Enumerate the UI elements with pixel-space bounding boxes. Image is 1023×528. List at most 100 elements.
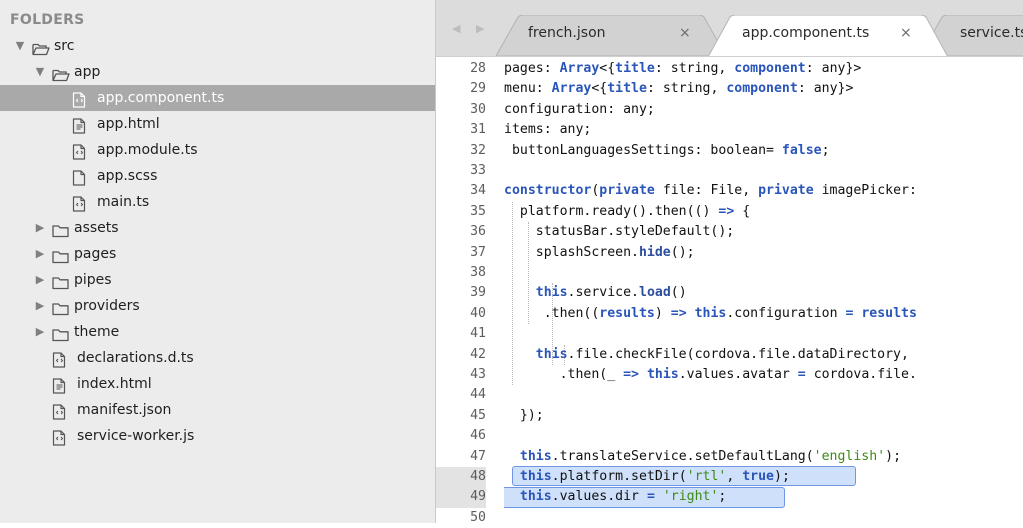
markup-file-icon: [52, 377, 68, 394]
tree-item-theme[interactable]: ▶ theme: [0, 319, 435, 345]
code-line[interactable]: this.values.dir = 'right';: [504, 487, 726, 507]
tree-item-declarations-d-ts[interactable]: declarations.d.ts: [0, 345, 435, 371]
tree-item-label: src: [54, 38, 75, 54]
markup-file-icon: [72, 117, 88, 134]
disclosure-collapsed-icon[interactable]: ▶: [34, 319, 46, 345]
code-line[interactable]: this.translateService.setDefaultLang('en…: [504, 447, 901, 467]
code-text: .values.dir: [551, 489, 647, 505]
line-number-gutter: 28 29 30 31 32 33 34 35 36 37 38 39 40 41 42 43 44 45 46 47…: [436, 57, 486, 525]
code-line[interactable]: configuration: any;: [504, 100, 655, 120]
code-text: {: [734, 203, 751, 219]
code-method: load: [639, 285, 671, 301]
tree-item-app-module-ts[interactable]: app.module.ts: [0, 137, 435, 163]
code-file-icon: [72, 143, 88, 160]
code-line[interactable]: this.service.load(): [504, 283, 687, 303]
code-line[interactable]: splashScreen.hide();: [504, 243, 695, 263]
tree-item-label: app.module.ts: [97, 142, 198, 158]
code-line[interactable]: buttonLanguagesSettings: boolean= false;: [504, 141, 830, 161]
code-file-icon: [52, 429, 68, 446]
code-line[interactable]: this.platform.setDir('rtl', true);: [504, 467, 790, 487]
code-file-icon: [52, 403, 68, 420]
tree-item-app[interactable]: ▼ app: [0, 59, 435, 85]
close-icon[interactable]: ×: [679, 25, 691, 41]
line-number: 46: [470, 428, 486, 444]
tree-item-pages[interactable]: ▶ pages: [0, 241, 435, 267]
code-keyword: title: [615, 61, 655, 76]
code-keyword: Array: [559, 61, 600, 76]
tree-item-providers[interactable]: ▶ providers: [0, 293, 435, 319]
code-text: );: [774, 469, 790, 484]
line-number: 40: [470, 305, 486, 321]
tree-item-main-ts[interactable]: main.ts: [0, 189, 435, 215]
code-keyword: this: [519, 469, 552, 484]
code-text: ,: [726, 469, 743, 484]
line-number: 30: [470, 101, 486, 117]
code-keyword: false: [781, 142, 822, 158]
line-number: 42: [470, 346, 486, 362]
code-line[interactable]: items: any;: [504, 120, 591, 140]
line-number: 35: [470, 203, 486, 219]
disclosure-expanded-icon[interactable]: ▼: [14, 33, 26, 59]
tab-french-json[interactable]: french.json ×: [496, 15, 726, 56]
code-line[interactable]: platform.ready().then(() => {: [504, 202, 750, 222]
close-icon[interactable]: ×: [900, 25, 912, 41]
code-text: : any}>: [805, 61, 862, 76]
tree-item-src[interactable]: ▼ src: [0, 33, 435, 59]
code-line[interactable]: pages: Array<{title: string, component: …: [504, 59, 861, 79]
disclosure-collapsed-icon[interactable]: ▶: [34, 215, 46, 241]
code-line[interactable]: .then((results) => this.configuration = …: [504, 304, 917, 324]
code-keyword: this: [646, 367, 679, 382]
code-keyword: results: [599, 305, 655, 321]
code-area[interactable]: pages: Array<{title: string, component: …: [504, 57, 1023, 523]
code-text: platform.ready().then((): [504, 203, 719, 219]
code-text: buttonLanguagesSettings: boolean=: [504, 142, 782, 158]
disclosure-collapsed-icon[interactable]: ▶: [34, 267, 46, 293]
code-line[interactable]: });: [504, 406, 544, 426]
line-number: 45: [470, 407, 486, 423]
tree-item-manifest-json[interactable]: manifest.json: [0, 397, 435, 423]
folder-open-icon: [32, 39, 50, 56]
folder-icon: [52, 299, 69, 316]
tab-label: french.json: [528, 25, 606, 41]
line-number: 50: [470, 509, 486, 525]
tab-app-component-ts[interactable]: app.component.ts ×: [708, 15, 948, 56]
disclosure-collapsed-icon[interactable]: ▶: [34, 293, 46, 319]
tree-item-app-component-ts[interactable]: app.component.ts: [0, 85, 435, 111]
code-line[interactable]: this.file.checkFile(cordova.file.dataDir…: [504, 345, 909, 365]
code-text: cordova.file.: [805, 367, 917, 382]
tree-item-pipes[interactable]: ▶ pipes: [0, 267, 435, 293]
line-number: 44: [470, 387, 486, 403]
tree-item-app-html[interactable]: app.html: [0, 111, 435, 137]
code-keyword: component: [726, 81, 798, 97]
code-keyword: this: [694, 305, 727, 321]
disclosure-expanded-icon[interactable]: ▼: [34, 59, 46, 85]
tree-item-index-html[interactable]: index.html: [0, 371, 435, 397]
code-text: .service.: [567, 285, 639, 301]
code-text: file: File,: [654, 183, 759, 199]
code-line[interactable]: constructor(private file: File, private …: [504, 181, 917, 201]
tree-item-label: providers: [74, 298, 140, 314]
tree-item-service-worker-js[interactable]: service-worker.js: [0, 423, 435, 449]
code-file-icon: [72, 91, 88, 108]
code-keyword: this: [519, 489, 552, 505]
tree-item-label: app: [74, 64, 101, 80]
editor-pane: ◀ ▶ french.json × service.ts app.compone…: [436, 0, 1023, 525]
disclosure-collapsed-icon[interactable]: ▶: [34, 241, 46, 267]
line-number: 41: [470, 326, 486, 342]
folder-icon: [52, 221, 69, 238]
code-keyword: =>: [623, 367, 639, 382]
code-line[interactable]: menu: Array<{title: string, component: a…: [504, 79, 853, 99]
sidebar: FOLDERS ▼ src ▼ app app.component.ts app.html…: [0, 0, 436, 523]
tree-item-assets[interactable]: ▶ assets: [0, 215, 435, 241]
tree-item-label: index.html: [77, 376, 152, 392]
tree-item-app-scss[interactable]: app.scss: [0, 163, 435, 189]
code-text: );: [885, 448, 902, 464]
code-line[interactable]: .then(_ => this.values.avatar = cordova.…: [504, 365, 917, 385]
tab-nav-arrows-icon[interactable]: ◀ ▶: [452, 22, 490, 35]
code-line[interactable]: statusBar.styleDefault();: [504, 222, 735, 242]
code-text: menu:: [504, 81, 552, 97]
